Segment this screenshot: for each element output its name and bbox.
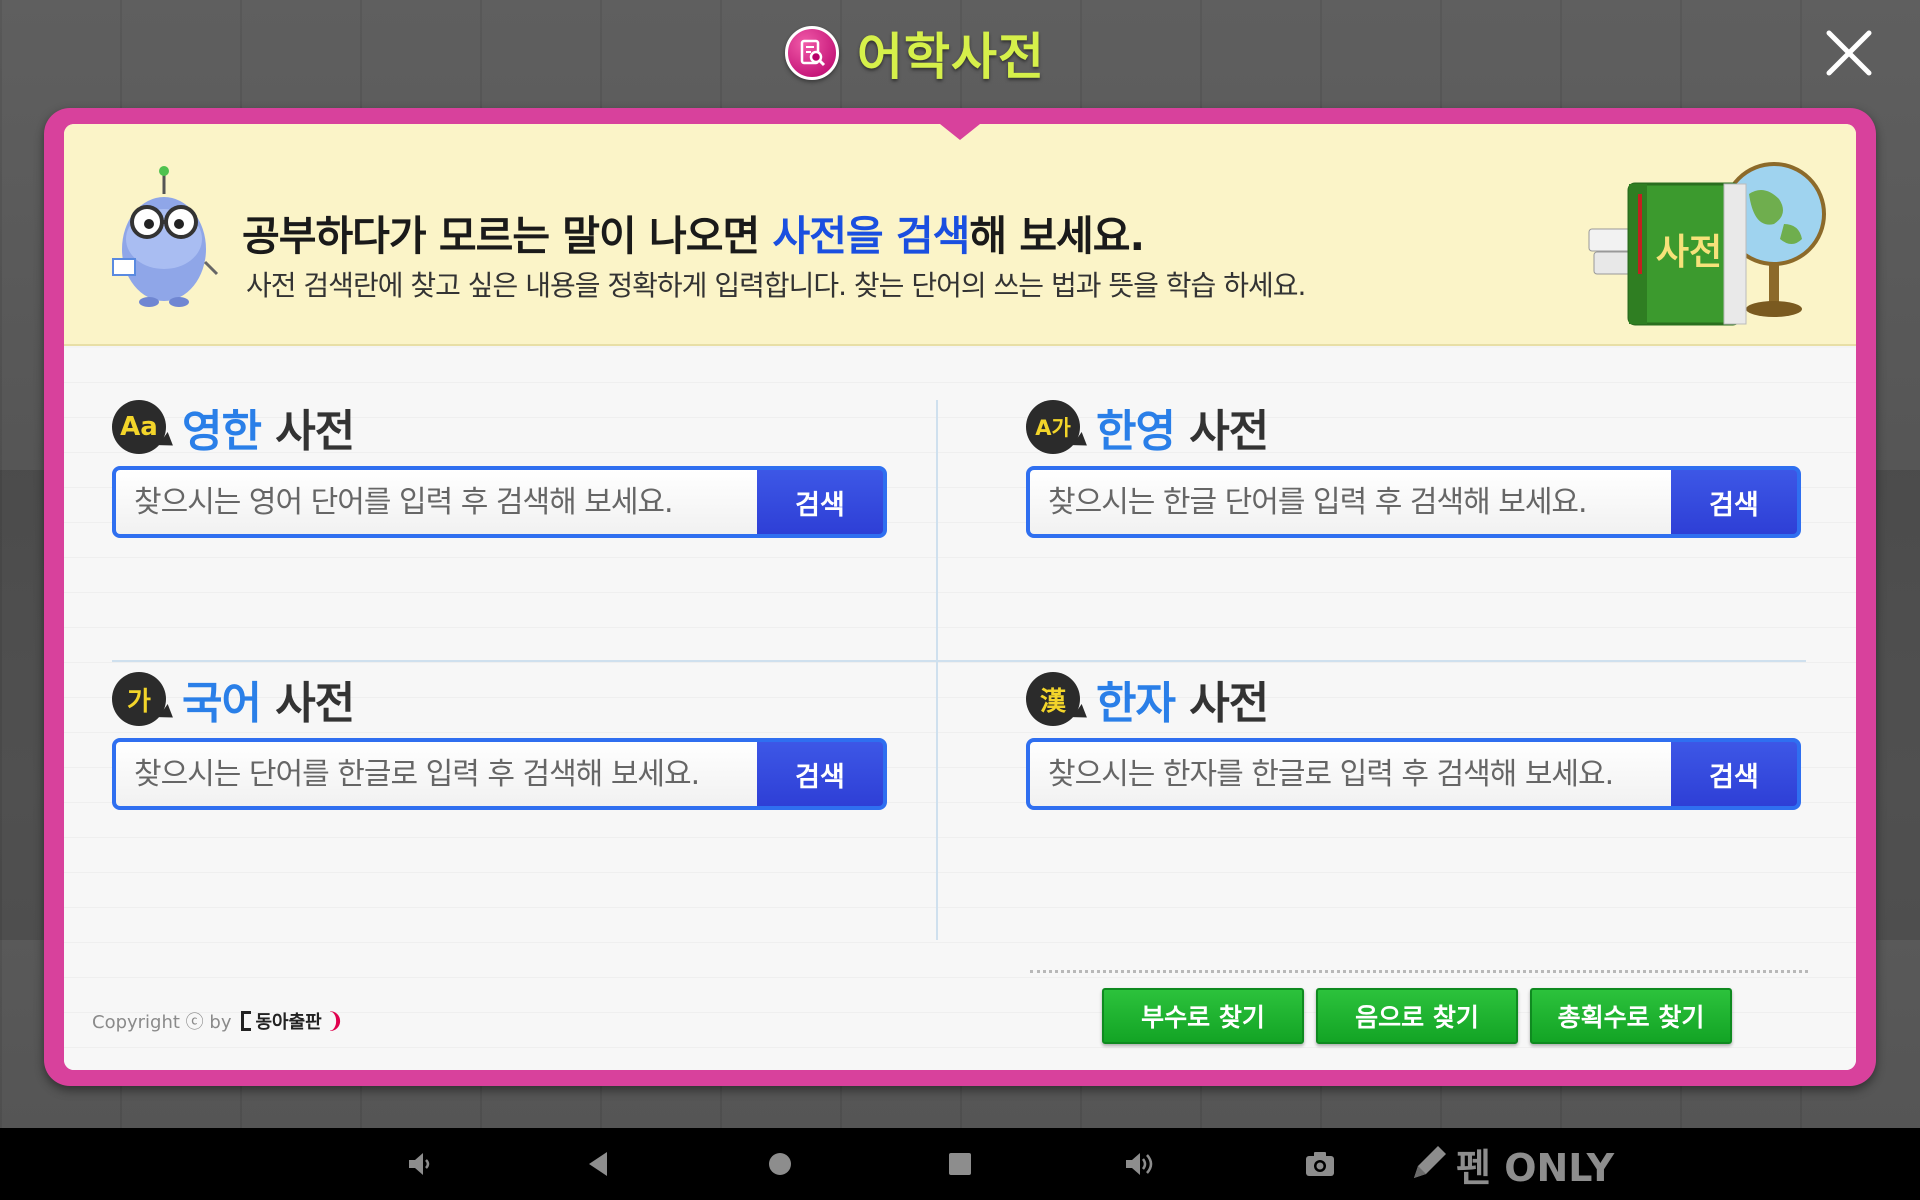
- banner-subtext: 사전 검색란에 찾고 싶은 내용을 정확하게 입력합니다. 찾는 단어의 쓰는 …: [246, 269, 1306, 302]
- hanja-find-options: 부수로 찾기 음으로 찾기 총획수로 찾기: [1102, 988, 1732, 1044]
- recents-icon: [949, 1153, 971, 1175]
- home-icon: [769, 1153, 791, 1175]
- pen-only-toggle[interactable]: 펜 ONLY: [1408, 1138, 1614, 1190]
- dictionary-book-globe-icon: 사전: [1588, 162, 1826, 326]
- en-ko-dictionary-icon: Aa: [112, 400, 166, 454]
- ko-en-dictionary-section: A가 한영 사전 검색: [1026, 398, 1806, 538]
- find-by-sound-button[interactable]: 음으로 찾기: [1316, 988, 1518, 1044]
- section-title: 국어 사전: [182, 678, 355, 729]
- close-button[interactable]: [1818, 22, 1880, 84]
- window-title: 어학사전: [785, 22, 1045, 86]
- korean-search-input[interactable]: [116, 742, 757, 806]
- pen-icon: [1414, 1146, 1446, 1178]
- find-by-stroke-count-button[interactable]: 총획수로 찾기: [1530, 988, 1732, 1044]
- section-title: 한자 사전: [1096, 678, 1269, 729]
- dictionary-content: Aa 영한 사전 검색 A가 한영 사전 검색: [64, 348, 1856, 1070]
- en-ko-search-input[interactable]: [116, 470, 757, 534]
- divider: [1030, 970, 1808, 973]
- back-button[interactable]: [580, 1146, 616, 1182]
- dictionary-dialog: 공부하다가 모르는 말이 나오면 사전을 검색해 보세요. 사전 검색란에 찾고…: [44, 108, 1876, 1086]
- ko-en-search-button[interactable]: 검색: [1671, 470, 1797, 534]
- volume-down-button[interactable]: [402, 1146, 438, 1182]
- intro-banner: 공부하다가 모르는 말이 나오면 사전을 검색해 보세요. 사전 검색란에 찾고…: [64, 124, 1856, 346]
- page-title: 어학사전: [857, 28, 1045, 86]
- book-label: 사전: [1656, 232, 1722, 273]
- en-ko-search-button[interactable]: 검색: [757, 470, 883, 534]
- banner-heading: 공부하다가 모르는 말이 나오면 사전을 검색해 보세요.: [242, 212, 1145, 260]
- camera-icon: [1306, 1152, 1334, 1176]
- section-title: 영한 사전: [182, 406, 355, 457]
- system-nav-bar: 펜 ONLY: [0, 1128, 1920, 1200]
- ko-en-search-input[interactable]: [1030, 470, 1671, 534]
- korean-dictionary-icon: 가: [112, 672, 166, 726]
- section-title: 한영 사전: [1096, 406, 1269, 457]
- ko-en-dictionary-icon: A가: [1026, 400, 1080, 454]
- screenshot-button[interactable]: [1302, 1146, 1338, 1182]
- hanja-search-input[interactable]: [1030, 742, 1671, 806]
- korean-dictionary-section: 가 국어 사전 검색: [112, 670, 892, 810]
- copyright-footer: Copyright ⓒ by 동아출판 ❩: [92, 1008, 345, 1034]
- korean-search-button[interactable]: 검색: [757, 742, 883, 806]
- find-by-radical-button[interactable]: 부수로 찾기: [1102, 988, 1304, 1044]
- recents-button[interactable]: [942, 1146, 978, 1182]
- robot-mascot-icon: [112, 166, 219, 307]
- back-icon: [589, 1152, 607, 1176]
- hanja-search-button[interactable]: 검색: [1671, 742, 1797, 806]
- home-button[interactable]: [762, 1146, 798, 1182]
- publisher-logo: 동아출판 ❩: [241, 1008, 344, 1034]
- hanja-dictionary-icon: 漢: [1026, 672, 1080, 726]
- volume-up-button[interactable]: [1120, 1146, 1160, 1182]
- en-ko-dictionary-section: Aa 영한 사전 검색: [112, 398, 892, 538]
- close-icon: [1826, 30, 1872, 76]
- volume-up-icon: [1126, 1153, 1153, 1175]
- volume-down-icon: [409, 1153, 430, 1175]
- hanja-dictionary-section: 漢 한자 사전 검색: [1026, 670, 1806, 810]
- dictionary-search-icon: [785, 26, 839, 80]
